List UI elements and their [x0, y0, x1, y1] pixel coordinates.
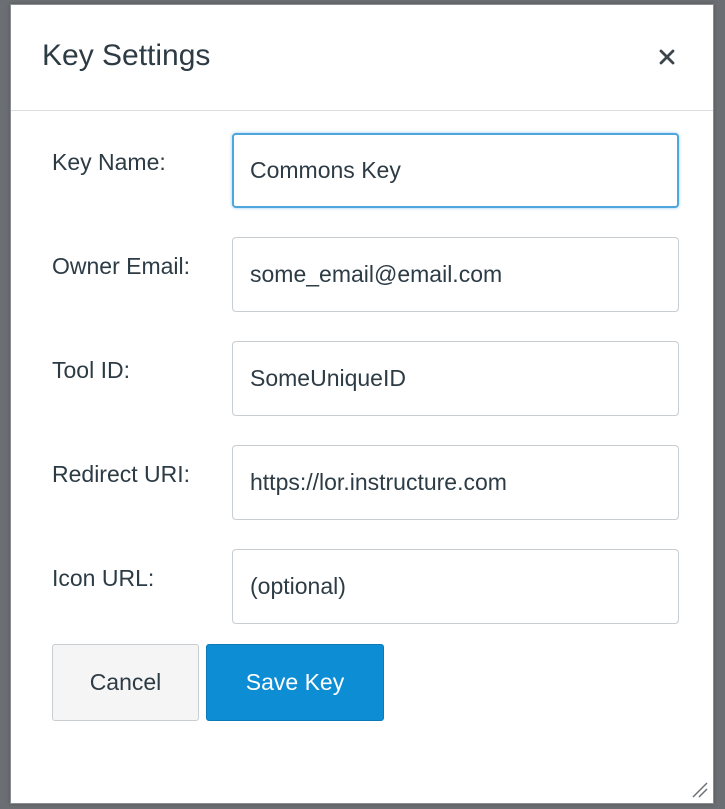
close-icon[interactable] — [655, 45, 679, 69]
save-key-button[interactable]: Save Key — [206, 644, 384, 721]
dialog-header: Key Settings — [11, 5, 713, 111]
tool-id-input[interactable] — [232, 341, 679, 416]
key-settings-dialog: Key Settings Key Name: Owner Email: Tool… — [10, 4, 714, 804]
icon-url-row: Icon URL: — [11, 549, 713, 624]
key-name-label: Key Name: — [52, 149, 166, 175]
tool-id-row: Tool ID: — [11, 341, 713, 416]
owner-email-input[interactable] — [232, 237, 679, 312]
icon-url-label: Icon URL: — [52, 565, 155, 591]
icon-url-input[interactable] — [232, 549, 679, 624]
redirect-uri-label: Redirect URI: — [52, 461, 191, 487]
key-name-input[interactable] — [232, 133, 679, 208]
owner-email-row: Owner Email: — [11, 237, 713, 312]
tool-id-label: Tool ID: — [52, 357, 130, 383]
owner-email-label: Owner Email: — [52, 253, 191, 279]
dialog-title: Key Settings — [42, 39, 211, 72]
redirect-uri-row: Redirect URI: — [11, 445, 713, 520]
key-name-row: Key Name: — [11, 133, 713, 208]
cancel-button[interactable]: Cancel — [52, 644, 199, 721]
resize-handle-icon[interactable] — [689, 779, 709, 799]
redirect-uri-input[interactable] — [232, 445, 679, 520]
